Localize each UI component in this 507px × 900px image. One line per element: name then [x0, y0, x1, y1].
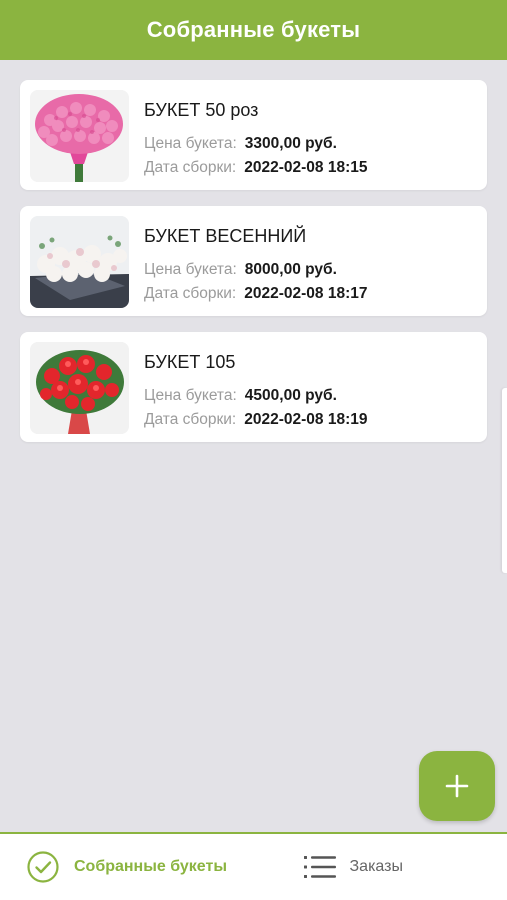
date-label: Дата сборки: [144, 159, 237, 176]
bouquet-date-row: Дата сборки: 2022-02-08 18:19 [144, 411, 368, 429]
page-title: Собранные букеты [146, 17, 361, 42]
app-header: Собранные букеты [0, 0, 507, 60]
check-circle-icon [27, 851, 59, 883]
bouquet-card[interactable]: БУКЕТ ВЕСЕННИЙ Цена букета: 8000,00 руб. … [20, 206, 487, 316]
bouquet-date-row: Дата сборки: 2022-02-08 18:15 [144, 159, 368, 177]
price-value: 4500,00 руб. [244, 387, 337, 404]
plus-icon [445, 774, 469, 798]
bouquet-price-row: Цена букета: 8000,00 руб. [144, 261, 337, 279]
price-label: Цена букета: [144, 135, 237, 152]
pink-roses-bouquet-image [30, 90, 129, 182]
date-value: 2022-02-08 18:19 [244, 411, 368, 428]
list-icon [303, 856, 336, 878]
bouquet-price-row: Цена букета: 3300,00 руб. [144, 135, 337, 153]
add-bouquet-button[interactable] [419, 751, 495, 821]
price-value: 8000,00 руб. [244, 261, 337, 278]
white-spring-bouquet-image [30, 216, 129, 308]
date-label: Дата сборки: [144, 285, 237, 302]
nav-item-orders[interactable]: Заказы [230, 834, 507, 900]
bouquet-list[interactable]: БУКЕТ 50 роз Цена букета: 3300,00 руб. Да… [0, 60, 507, 832]
bouquet-card[interactable]: БУКЕТ 50 роз Цена букета: 3300,00 руб. Да… [20, 80, 487, 190]
price-label: Цена букета: [144, 261, 237, 278]
price-label: Цена букета: [144, 387, 237, 404]
scrollbar[interactable] [502, 388, 507, 573]
nav-item-label: Заказы [349, 858, 403, 875]
price-value: 3300,00 руб. [244, 135, 337, 152]
bouquet-title: БУКЕТ ВЕСЕННИЙ [144, 226, 307, 246]
nav-item-collected-bouquets[interactable]: Собранные букеты [0, 834, 230, 900]
bouquet-date-row: Дата сборки: 2022-02-08 18:17 [144, 285, 368, 303]
bouquet-card[interactable]: БУКЕТ 105 Цена букета: 4500,00 руб. Дата … [20, 332, 487, 442]
bouquet-price-row: Цена букета: 4500,00 руб. [144, 387, 337, 405]
bouquet-title: БУКЕТ 50 роз [144, 100, 259, 120]
date-value: 2022-02-08 18:17 [244, 285, 368, 302]
red-lilies-bouquet-image [30, 342, 129, 434]
date-value: 2022-02-08 18:15 [244, 159, 368, 176]
bouquet-title: БУКЕТ 105 [144, 352, 236, 372]
bottom-navigation: Собранные букеты Заказы [0, 832, 507, 900]
date-label: Дата сборки: [144, 411, 237, 428]
nav-item-label: Собранные букеты [74, 858, 227, 875]
